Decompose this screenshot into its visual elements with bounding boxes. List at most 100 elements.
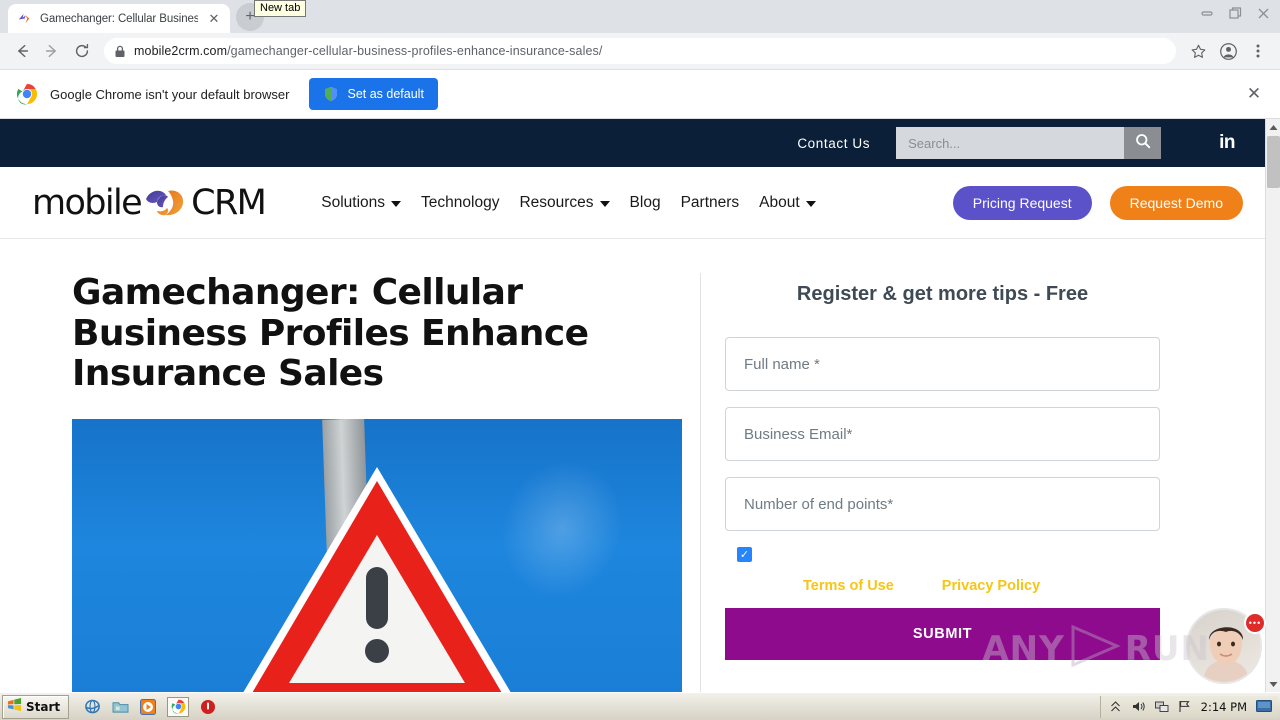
show-desktop-icon[interactable] — [1256, 699, 1272, 714]
main-navigation: Solutions Technology Resources Blog Part… — [321, 193, 816, 212]
request-demo-button[interactable]: Request Demo — [1109, 185, 1243, 220]
reload-icon[interactable] — [68, 37, 96, 65]
url-path: /gamechanger-cellular-business-profiles-… — [227, 44, 603, 58]
search-input[interactable] — [896, 127, 1125, 159]
shield-icon — [323, 86, 339, 102]
page-main: Gamechanger: Cellular Business Profiles … — [0, 239, 1265, 692]
hero-image — [72, 419, 682, 692]
nav-item-solutions[interactable]: Solutions — [321, 193, 402, 212]
close-icon[interactable] — [1250, 2, 1276, 24]
lock-icon — [114, 45, 126, 58]
page-scrollbar[interactable] — [1265, 119, 1280, 692]
chevron-down-icon — [391, 200, 402, 207]
start-label: Start — [26, 699, 61, 714]
support-agent-avatar — [1204, 627, 1248, 682]
submit-button[interactable]: SUBMIT — [725, 608, 1160, 660]
start-button[interactable]: Start — [2, 694, 70, 719]
linkedin-icon[interactable]: in — [1219, 132, 1235, 154]
site-search — [896, 127, 1162, 159]
pricing-request-button[interactable]: Pricing Request — [952, 185, 1092, 220]
header-actions: Pricing Request Request Demo — [952, 185, 1243, 220]
browser-window: Gamechanger: Cellular Business Prof ✕ + … — [0, 0, 1280, 692]
back-icon[interactable] — [8, 37, 36, 65]
consent-row: ✓ — [725, 547, 1160, 562]
scrollbar-thumb[interactable] — [1267, 136, 1280, 188]
contact-us-link[interactable]: Contact Us — [797, 136, 870, 151]
address-bar[interactable]: mobile2crm.com/gamechanger-cellular-busi… — [104, 38, 1176, 64]
forward-icon[interactable] — [38, 37, 66, 65]
folder-icon[interactable] — [111, 698, 129, 716]
tab-close-icon[interactable]: ✕ — [206, 11, 222, 27]
logo-text-right: CRM — [191, 182, 267, 223]
chrome-icon[interactable] — [167, 696, 190, 717]
full-name-field[interactable]: Full name * — [725, 337, 1160, 391]
browser-toolbar: mobile2crm.com/gamechanger-cellular-busi… — [0, 33, 1280, 70]
page-content: Contact Us in mobile — [0, 119, 1265, 692]
url-text: mobile2crm.com/gamechanger-cellular-busi… — [134, 44, 1166, 58]
window-controls — [1194, 2, 1276, 24]
chat-notification-badge[interactable]: ••• — [1244, 612, 1266, 634]
site-logo[interactable]: mobile CRM — [32, 182, 267, 223]
restore-icon[interactable] — [1222, 2, 1248, 24]
chevron-down-icon — [805, 200, 816, 207]
page-title: Gamechanger: Cellular Business Profiles … — [72, 272, 589, 395]
consent-checkbox[interactable]: ✓ — [737, 547, 752, 562]
windows-logo-icon — [7, 697, 22, 717]
internet-explorer-icon[interactable] — [83, 698, 101, 716]
page-viewport: Contact Us in mobile — [0, 119, 1280, 692]
nav-item-technology[interactable]: Technology — [421, 194, 499, 212]
chevron-down-icon — [599, 200, 610, 207]
windows-taskbar: Start 2:14 PM — [0, 692, 1280, 720]
minimize-icon[interactable] — [1194, 2, 1220, 24]
privacy-policy-link[interactable]: Privacy Policy — [942, 578, 1040, 594]
browser-menu-icon[interactable] — [1244, 37, 1272, 65]
business-email-field[interactable]: Business Email* — [725, 407, 1160, 461]
profile-avatar-icon[interactable] — [1214, 37, 1242, 65]
logo-text-left: mobile — [32, 182, 143, 223]
nav-label: Blog — [629, 193, 661, 211]
signup-form: Register & get more tips - Free Full nam… — [700, 273, 1200, 692]
logo-swirl-icon — [143, 186, 189, 220]
url-host: mobile2crm.com — [134, 44, 228, 58]
new-tab-tooltip: New tab — [254, 0, 307, 17]
search-icon — [1135, 133, 1151, 154]
policy-links: Terms of Use Privacy Policy — [803, 578, 1160, 594]
system-tray: 2:14 PM — [1099, 695, 1278, 718]
terms-of-use-link[interactable]: Terms of Use — [803, 578, 894, 594]
nav-item-blog[interactable]: Blog — [630, 194, 661, 212]
nav-label: Solutions — [321, 193, 386, 211]
nav-item-resources[interactable]: Resources — [519, 193, 610, 212]
site-favicon — [16, 11, 32, 27]
nav-label: Resources — [519, 193, 594, 211]
set-as-default-label: Set as default — [347, 87, 424, 101]
flag-icon[interactable] — [1178, 700, 1192, 714]
scroll-up-arrow-icon[interactable] — [1266, 119, 1280, 135]
default-browser-infobar: Google Chrome isn't your default browser… — [0, 70, 1280, 119]
network-icon[interactable] — [1154, 700, 1169, 714]
nav-item-partners[interactable]: Partners — [681, 194, 740, 212]
quick-launch — [83, 696, 217, 717]
stop-icon[interactable] — [199, 698, 217, 716]
nav-label: About — [759, 193, 800, 211]
nav-label: Technology — [421, 193, 500, 211]
nav-label: Partners — [680, 193, 740, 211]
site-header: mobile CRM Solutions Technology Resource… — [0, 167, 1265, 239]
clock-time[interactable]: 2:14 PM — [1201, 700, 1247, 714]
scroll-down-arrow-icon[interactable] — [1266, 676, 1280, 692]
set-as-default-button[interactable]: Set as default — [309, 78, 438, 110]
form-title: Register & get more tips - Free — [796, 283, 1089, 305]
end-points-field[interactable]: Number of end points* — [725, 477, 1160, 531]
infobar-close-icon[interactable]: ✕ — [1244, 84, 1264, 104]
nav-item-about[interactable]: About — [759, 194, 816, 212]
site-utility-bar: Contact Us in — [0, 119, 1265, 167]
tray-expand-icon[interactable] — [1109, 700, 1123, 714]
volume-icon[interactable] — [1132, 700, 1146, 714]
bookmark-star-icon[interactable] — [1184, 37, 1212, 65]
search-button[interactable] — [1124, 127, 1162, 159]
chrome-logo-icon — [16, 83, 38, 105]
tab-title: Gamechanger: Cellular Business Prof — [40, 12, 198, 25]
media-player-icon[interactable] — [139, 698, 157, 716]
infobar-message: Google Chrome isn't your default browser — [50, 86, 290, 102]
browser-tab[interactable]: Gamechanger: Cellular Business Prof ✕ — [8, 4, 230, 33]
tab-strip: Gamechanger: Cellular Business Prof ✕ + … — [0, 0, 1280, 33]
